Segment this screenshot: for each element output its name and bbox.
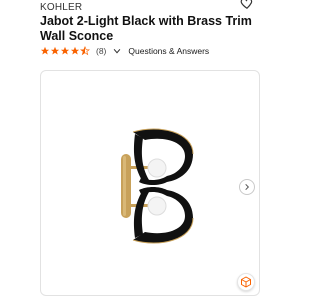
chevron-down-icon[interactable] [112, 46, 122, 56]
brand-name[interactable]: KOHLER [40, 2, 82, 13]
star-icon [60, 46, 70, 55]
product-title: Jabot 2-Light Black with Brass Trim Wall… [40, 14, 252, 43]
star-icon [70, 46, 80, 55]
rating-row[interactable]: (8) Questions & Answers [40, 45, 209, 57]
questions-answers-link[interactable]: Questions & Answers [128, 46, 209, 56]
cube-icon [241, 276, 251, 288]
ar-view-button[interactable] [237, 273, 255, 291]
product-image [121, 128, 194, 244]
product-image-gallery[interactable] [40, 70, 260, 296]
review-count[interactable]: (8) [96, 46, 106, 56]
star-rating [40, 46, 90, 56]
star-icon [40, 46, 50, 55]
next-image-button[interactable] [239, 179, 255, 195]
star-icon [50, 46, 60, 55]
chevron-right-icon [245, 183, 250, 191]
heart-icon[interactable] [240, 0, 254, 10]
star-half-icon [80, 46, 90, 56]
